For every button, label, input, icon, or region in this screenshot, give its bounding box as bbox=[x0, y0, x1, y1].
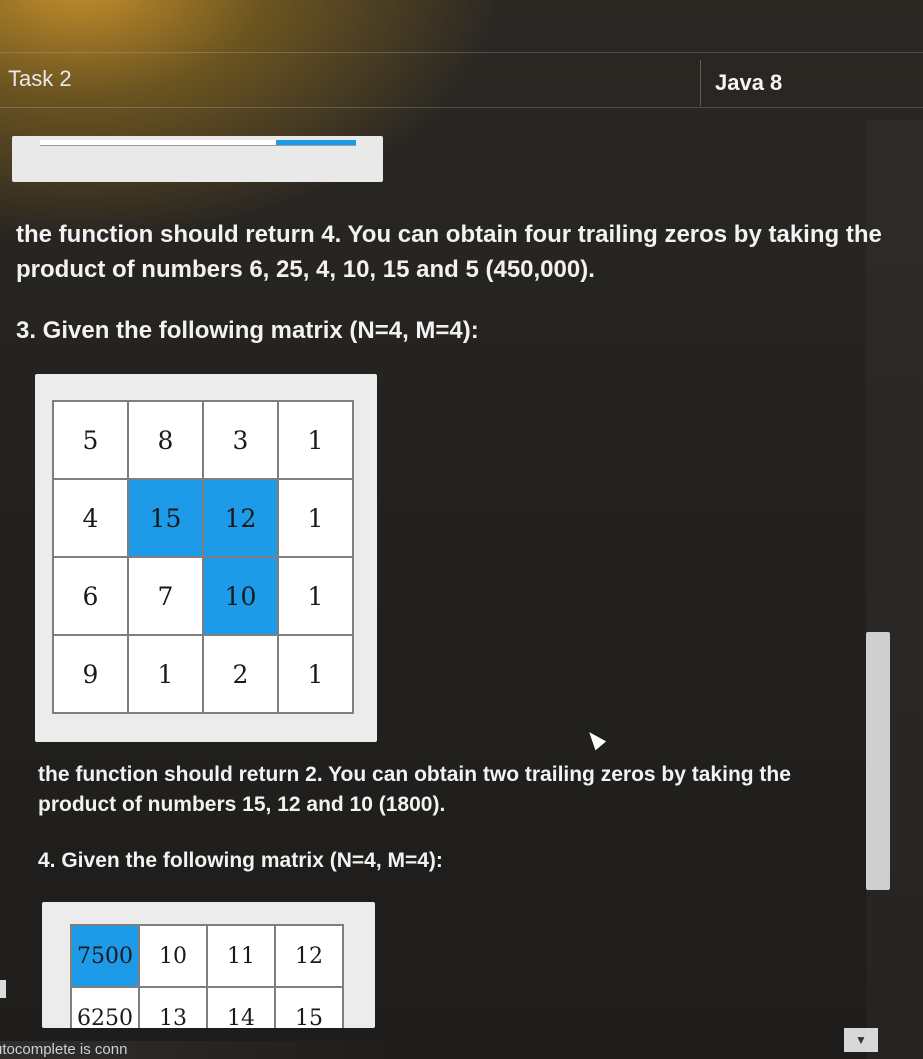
example-3-heading: 3. Given the following matrix (N=4, M=4)… bbox=[16, 317, 479, 344]
matrix-cell: 8 bbox=[127, 400, 204, 480]
matrix-cell: 2 bbox=[202, 634, 279, 714]
scrollbar-thumb[interactable] bbox=[866, 632, 890, 890]
matrix-cell: 14 bbox=[206, 986, 276, 1028]
matrix-cell: 12 bbox=[202, 478, 279, 558]
example-3-result-text: the function should return 2. You can ob… bbox=[38, 763, 791, 817]
autocomplete-status: utocomplete is conn bbox=[0, 1041, 400, 1059]
matrix-row: 9121 bbox=[52, 634, 354, 714]
language-selector[interactable]: Java 8 bbox=[700, 60, 923, 106]
matrix-row: 4 15 12 1 bbox=[52, 478, 354, 558]
left-edge-control bbox=[0, 980, 6, 998]
matrix-row: 6 7 10 1 bbox=[52, 556, 354, 636]
matrix-cell: 6250 bbox=[70, 986, 140, 1028]
matrix-cell: 11 bbox=[206, 924, 276, 988]
previous-matrix-image-bottom bbox=[12, 136, 383, 182]
mouse-cursor-icon bbox=[583, 727, 607, 751]
matrix-row: 5831 bbox=[52, 400, 354, 480]
matrix-cell: 15 bbox=[127, 478, 204, 558]
matrix-cell: 7500 bbox=[70, 924, 140, 988]
matrix-cell: 4 bbox=[52, 478, 129, 558]
matrix-cell: 10 bbox=[202, 556, 279, 636]
matrix-cell: 1 bbox=[277, 556, 354, 636]
example-2-result-text: the function should return 4. You can ob… bbox=[16, 221, 882, 283]
matrix-cell: 9 bbox=[52, 634, 129, 714]
matrix-cell: 1 bbox=[277, 478, 354, 558]
matrix-row: 7500 10 11 12 bbox=[70, 924, 344, 988]
matrix-cell: 6 bbox=[52, 556, 129, 636]
matrix-cell: 5 bbox=[52, 400, 129, 480]
matrix-example-4-image: 7500 10 11 12 6250 13 14 15 bbox=[42, 902, 375, 1028]
matrix-cell: 12 bbox=[274, 924, 344, 988]
matrix-cell-fragment-highlighted bbox=[276, 140, 356, 146]
matrix-cell: 13 bbox=[138, 986, 208, 1028]
matrix-cell: 3 bbox=[202, 400, 279, 480]
matrix-cell-fragment bbox=[118, 140, 196, 146]
matrix-example-3-image: 5 8 3 1 4 15 12 1 6 7 10 1 9 1 2 1 bbox=[35, 374, 377, 742]
matrix-cell: 15 bbox=[274, 986, 344, 1028]
matrix-cell: 1 bbox=[127, 634, 204, 714]
matrix-row: 6250 13 14 15 bbox=[70, 986, 344, 1028]
matrix-cell: 1 bbox=[277, 634, 354, 714]
matrix-cell-fragment bbox=[196, 140, 276, 146]
matrix-cell: 10 bbox=[138, 924, 208, 988]
matrix-cell-fragment bbox=[40, 140, 118, 146]
matrix-cell: 7 bbox=[127, 556, 204, 636]
matrix-example-3-table: 5 8 3 1 4 15 12 1 6 7 10 1 9 1 2 1 bbox=[52, 400, 354, 714]
matrix-example-4-table: 7500 10 11 12 6250 13 14 15 bbox=[70, 924, 344, 1028]
scrollbar-track[interactable] bbox=[866, 120, 923, 1059]
matrix-cell: 1 bbox=[277, 400, 354, 480]
task-title: Task 2 bbox=[8, 66, 72, 91]
example-4-heading: 4. Given the following matrix (N=4, M=4)… bbox=[38, 849, 443, 872]
scroll-down-arrow-icon[interactable]: ▼ bbox=[844, 1028, 878, 1052]
